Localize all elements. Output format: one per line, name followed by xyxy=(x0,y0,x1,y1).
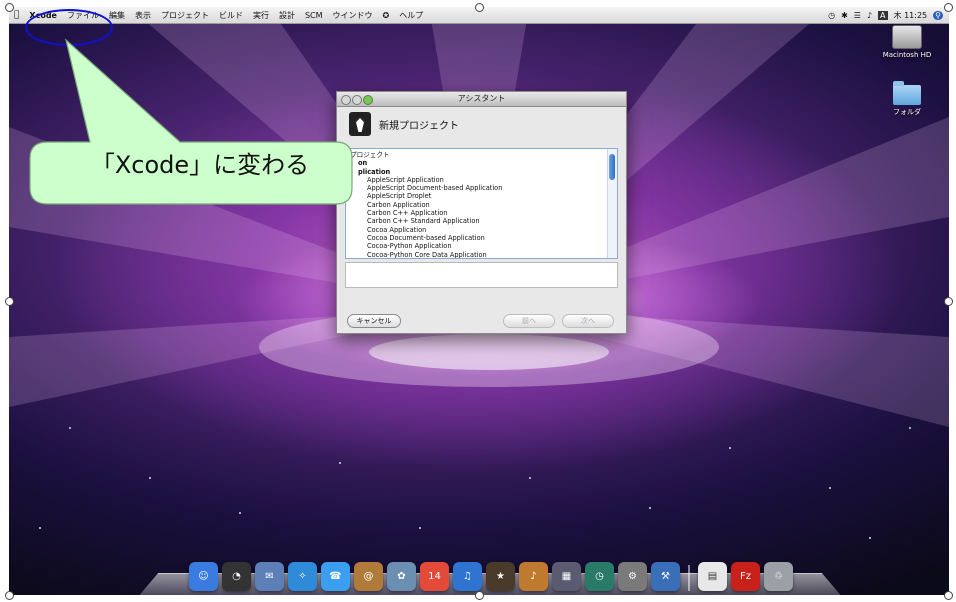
ichat-icon[interactable]: ☎ xyxy=(321,562,350,591)
desktop-icon-label: Macintosh HD xyxy=(882,51,932,59)
menu-build[interactable]: ビルド xyxy=(214,10,248,21)
desktop-icon-label: フォルダ xyxy=(893,108,921,116)
highlight-oval xyxy=(25,9,113,46)
spaces-icon[interactable]: ▦ xyxy=(552,562,581,591)
script-menu-icon[interactable]: ✪ xyxy=(378,11,395,20)
menu-extras: ◷ ✱ ☰ ♪ A 木 11:25 ⚲ xyxy=(828,7,943,23)
star xyxy=(909,427,911,429)
template-list-items: プロジェクト on plication AppleScript Application… xyxy=(346,149,617,258)
menu-help[interactable]: ヘルプ xyxy=(394,10,428,21)
iphoto-icon[interactable]: ✿ xyxy=(387,562,416,591)
selection-handle[interactable] xyxy=(944,591,953,600)
list-item[interactable]: Cocoa Application xyxy=(346,226,617,234)
menu-design[interactable]: 設計 xyxy=(274,10,300,21)
window-title: アシスタント xyxy=(457,94,506,103)
filezilla-icon[interactable]: Fz xyxy=(731,562,760,591)
list-item[interactable]: Cocoa-Python Application xyxy=(346,242,617,250)
assistant-window: アシスタント 新規プロジェクト プロジェクト on plication AppleSc… xyxy=(336,91,627,334)
menu-scm[interactable]: SCM xyxy=(300,11,328,20)
desktop:  Xcode ファイル 編集 表示 プロジェクト ビルド 実行 設計 SCM … xyxy=(9,7,949,595)
window-header: 新規プロジェクト xyxy=(337,107,626,141)
star xyxy=(149,477,151,479)
star xyxy=(239,512,241,514)
star xyxy=(529,477,531,479)
dock-separator xyxy=(688,565,690,591)
time-machine-icon[interactable]: ◷ xyxy=(585,562,614,591)
window-heading: 新規プロジェクト xyxy=(379,120,459,132)
menu-run[interactable]: 実行 xyxy=(248,10,274,21)
list-item[interactable]: AppleScript Droplet xyxy=(346,192,617,200)
list-item[interactable]: AppleScript Application xyxy=(346,176,617,184)
selection-handle[interactable] xyxy=(475,3,484,12)
menu-window[interactable]: ウインドウ xyxy=(328,10,378,21)
list-item[interactable]: AppleScript Document-based Application xyxy=(346,184,617,192)
star xyxy=(869,537,871,539)
document-icon[interactable]: ▤ xyxy=(698,562,727,591)
list-item[interactable]: Carbon C++ Application xyxy=(346,209,617,217)
desktop-icon-folder[interactable]: フォルダ xyxy=(877,81,937,117)
selection-handle[interactable] xyxy=(944,3,953,12)
wifi-icon[interactable]: ☰ xyxy=(854,11,861,20)
star xyxy=(419,527,421,529)
list-item[interactable]: plication xyxy=(346,168,617,176)
template-description-box xyxy=(345,262,618,288)
menu-clock[interactable]: 木 11:25 xyxy=(894,10,928,21)
input-menu[interactable]: A xyxy=(878,10,888,20)
minimize-window-icon[interactable] xyxy=(352,95,362,105)
imovie-icon[interactable]: ★ xyxy=(486,562,515,591)
zoom-window-icon[interactable] xyxy=(363,95,373,105)
list-item[interactable]: Carbon Application xyxy=(346,201,617,209)
finder-icon[interactable]: ☺ xyxy=(189,562,218,591)
list-item[interactable]: プロジェクト xyxy=(346,151,617,159)
dock: ☺ ◔ ✉ ✧ ☎ @ ✿ 14 ♫ ★ ♪ ▦ ◷ ⚙ ⚒ ▤ Fz ♲ xyxy=(141,555,841,591)
mail-icon[interactable]: ✉ xyxy=(255,562,284,591)
star xyxy=(829,487,831,489)
selection-handle[interactable] xyxy=(5,3,14,12)
selection-handle[interactable] xyxy=(944,297,953,306)
selection-handle[interactable] xyxy=(475,591,484,600)
previous-button[interactable]: 前へ xyxy=(503,314,555,328)
project-template-list[interactable]: プロジェクト on plication AppleScript Application… xyxy=(345,148,618,259)
star xyxy=(69,427,71,429)
list-item[interactable]: Carbon C++ Standard Application xyxy=(346,217,617,225)
itunes-icon[interactable]: ♫ xyxy=(453,562,482,591)
close-window-icon[interactable] xyxy=(341,95,351,105)
next-button[interactable]: 次へ xyxy=(562,314,614,328)
callout-text: 「Xcode」に変わる xyxy=(90,151,310,179)
list-item[interactable]: Cocoa Document-based Application xyxy=(346,234,617,242)
selection-handle[interactable] xyxy=(5,297,14,306)
hard-disk-icon xyxy=(892,25,922,49)
list-item[interactable]: on xyxy=(346,159,617,167)
menu-view[interactable]: 表示 xyxy=(130,10,156,21)
assistant-tuxedo-icon xyxy=(349,112,371,136)
trash-icon[interactable]: ♲ xyxy=(764,562,793,591)
dashboard-icon[interactable]: ◔ xyxy=(222,562,251,591)
bluetooth-icon[interactable]: ✱ xyxy=(841,11,848,20)
xcode-icon[interactable]: ⚒ xyxy=(651,562,680,591)
star xyxy=(39,527,41,529)
garageband-icon[interactable]: ♪ xyxy=(519,562,548,591)
folder-icon xyxy=(893,81,921,105)
star xyxy=(649,507,651,509)
safari-icon[interactable]: ✧ xyxy=(288,562,317,591)
spotlight-icon[interactable]: ⚲ xyxy=(933,10,943,20)
selection-handle[interactable] xyxy=(5,591,14,600)
scrollbar-thumb[interactable] xyxy=(609,154,615,180)
window-titlebar[interactable]: アシスタント xyxy=(337,92,626,107)
cancel-button[interactable]: キャンセル xyxy=(347,314,401,328)
time-machine-menu-icon[interactable]: ◷ xyxy=(828,11,835,20)
menu-project[interactable]: プロジェクト xyxy=(156,10,214,21)
star xyxy=(729,447,731,449)
list-item[interactable]: Cocoa-Python Core Data Application xyxy=(346,251,617,258)
address-book-icon[interactable]: @ xyxy=(354,562,383,591)
star xyxy=(339,462,341,464)
ical-icon[interactable]: 14 xyxy=(420,562,449,591)
desktop-icon-macintosh-hd[interactable]: Macintosh HD xyxy=(877,25,937,59)
volume-icon[interactable]: ♪ xyxy=(867,11,872,20)
list-scrollbar[interactable] xyxy=(607,149,617,258)
system-preferences-icon[interactable]: ⚙ xyxy=(618,562,647,591)
